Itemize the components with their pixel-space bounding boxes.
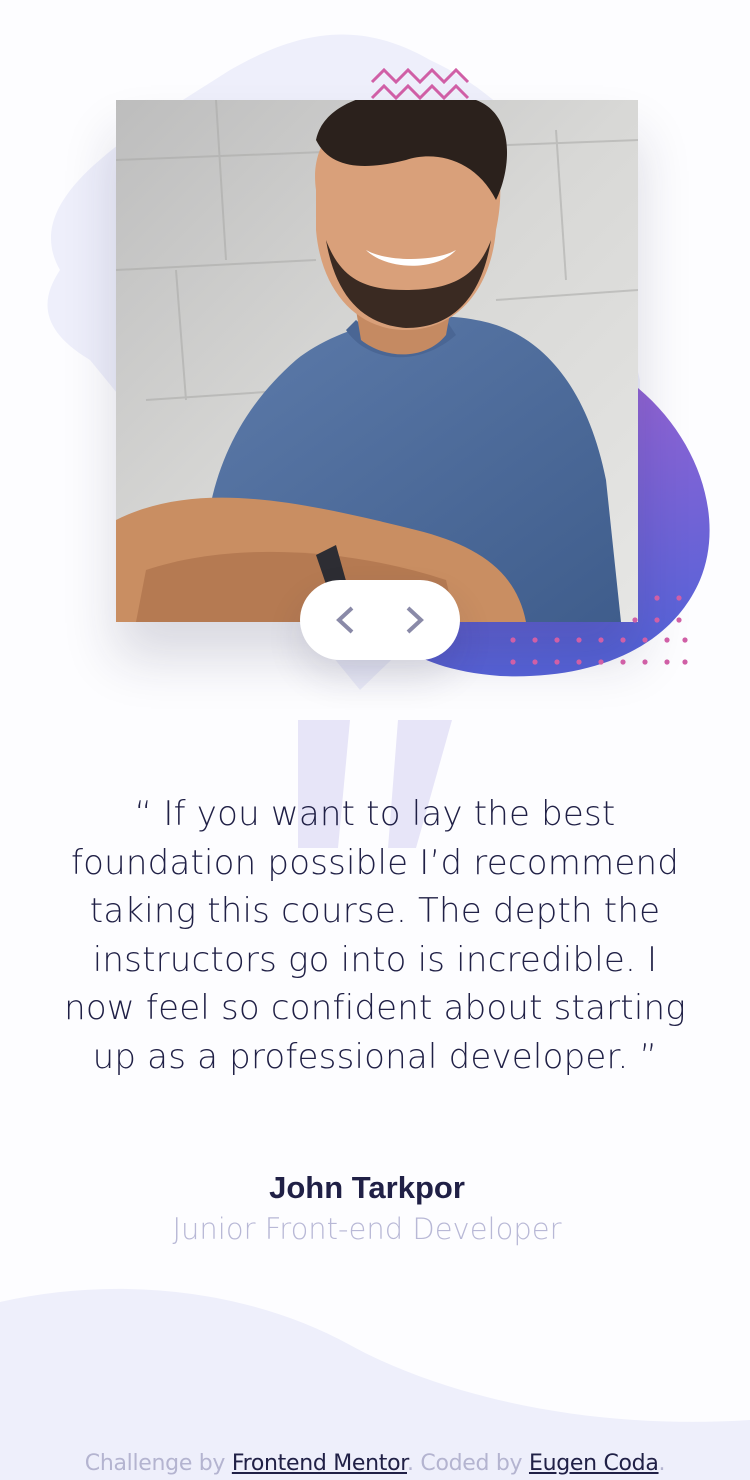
dot-grid-pattern xyxy=(510,595,688,665)
attribution-prefix: Challenge by xyxy=(84,1451,226,1476)
author-role: Junior Front-end Developer xyxy=(172,1212,562,1246)
attribution: Challenge by Frontend Mentor. Coded by E… xyxy=(0,1451,750,1476)
attribution-suffix: . xyxy=(658,1451,666,1476)
author-name: John Tarkpor xyxy=(269,1170,465,1205)
next-button[interactable] xyxy=(397,600,433,640)
zigzag-pattern-icon xyxy=(370,67,470,101)
profile-photo xyxy=(116,100,638,622)
attribution-coded-prefix: . Coded by xyxy=(407,1451,523,1476)
chevron-right-icon xyxy=(406,606,424,634)
frontend-mentor-link[interactable]: Frontend Mentor xyxy=(232,1451,407,1476)
testimonial-quote: “ If you want to lay the best foundation… xyxy=(64,794,686,1077)
background-curve xyxy=(0,1288,750,1480)
slider-navigation xyxy=(300,580,460,660)
author-link[interactable]: Eugen Coda xyxy=(529,1451,659,1476)
chevron-left-icon xyxy=(336,606,354,634)
previous-button[interactable] xyxy=(327,600,363,640)
testimonial-page: “ If you want to lay the best foundation… xyxy=(0,0,750,1480)
